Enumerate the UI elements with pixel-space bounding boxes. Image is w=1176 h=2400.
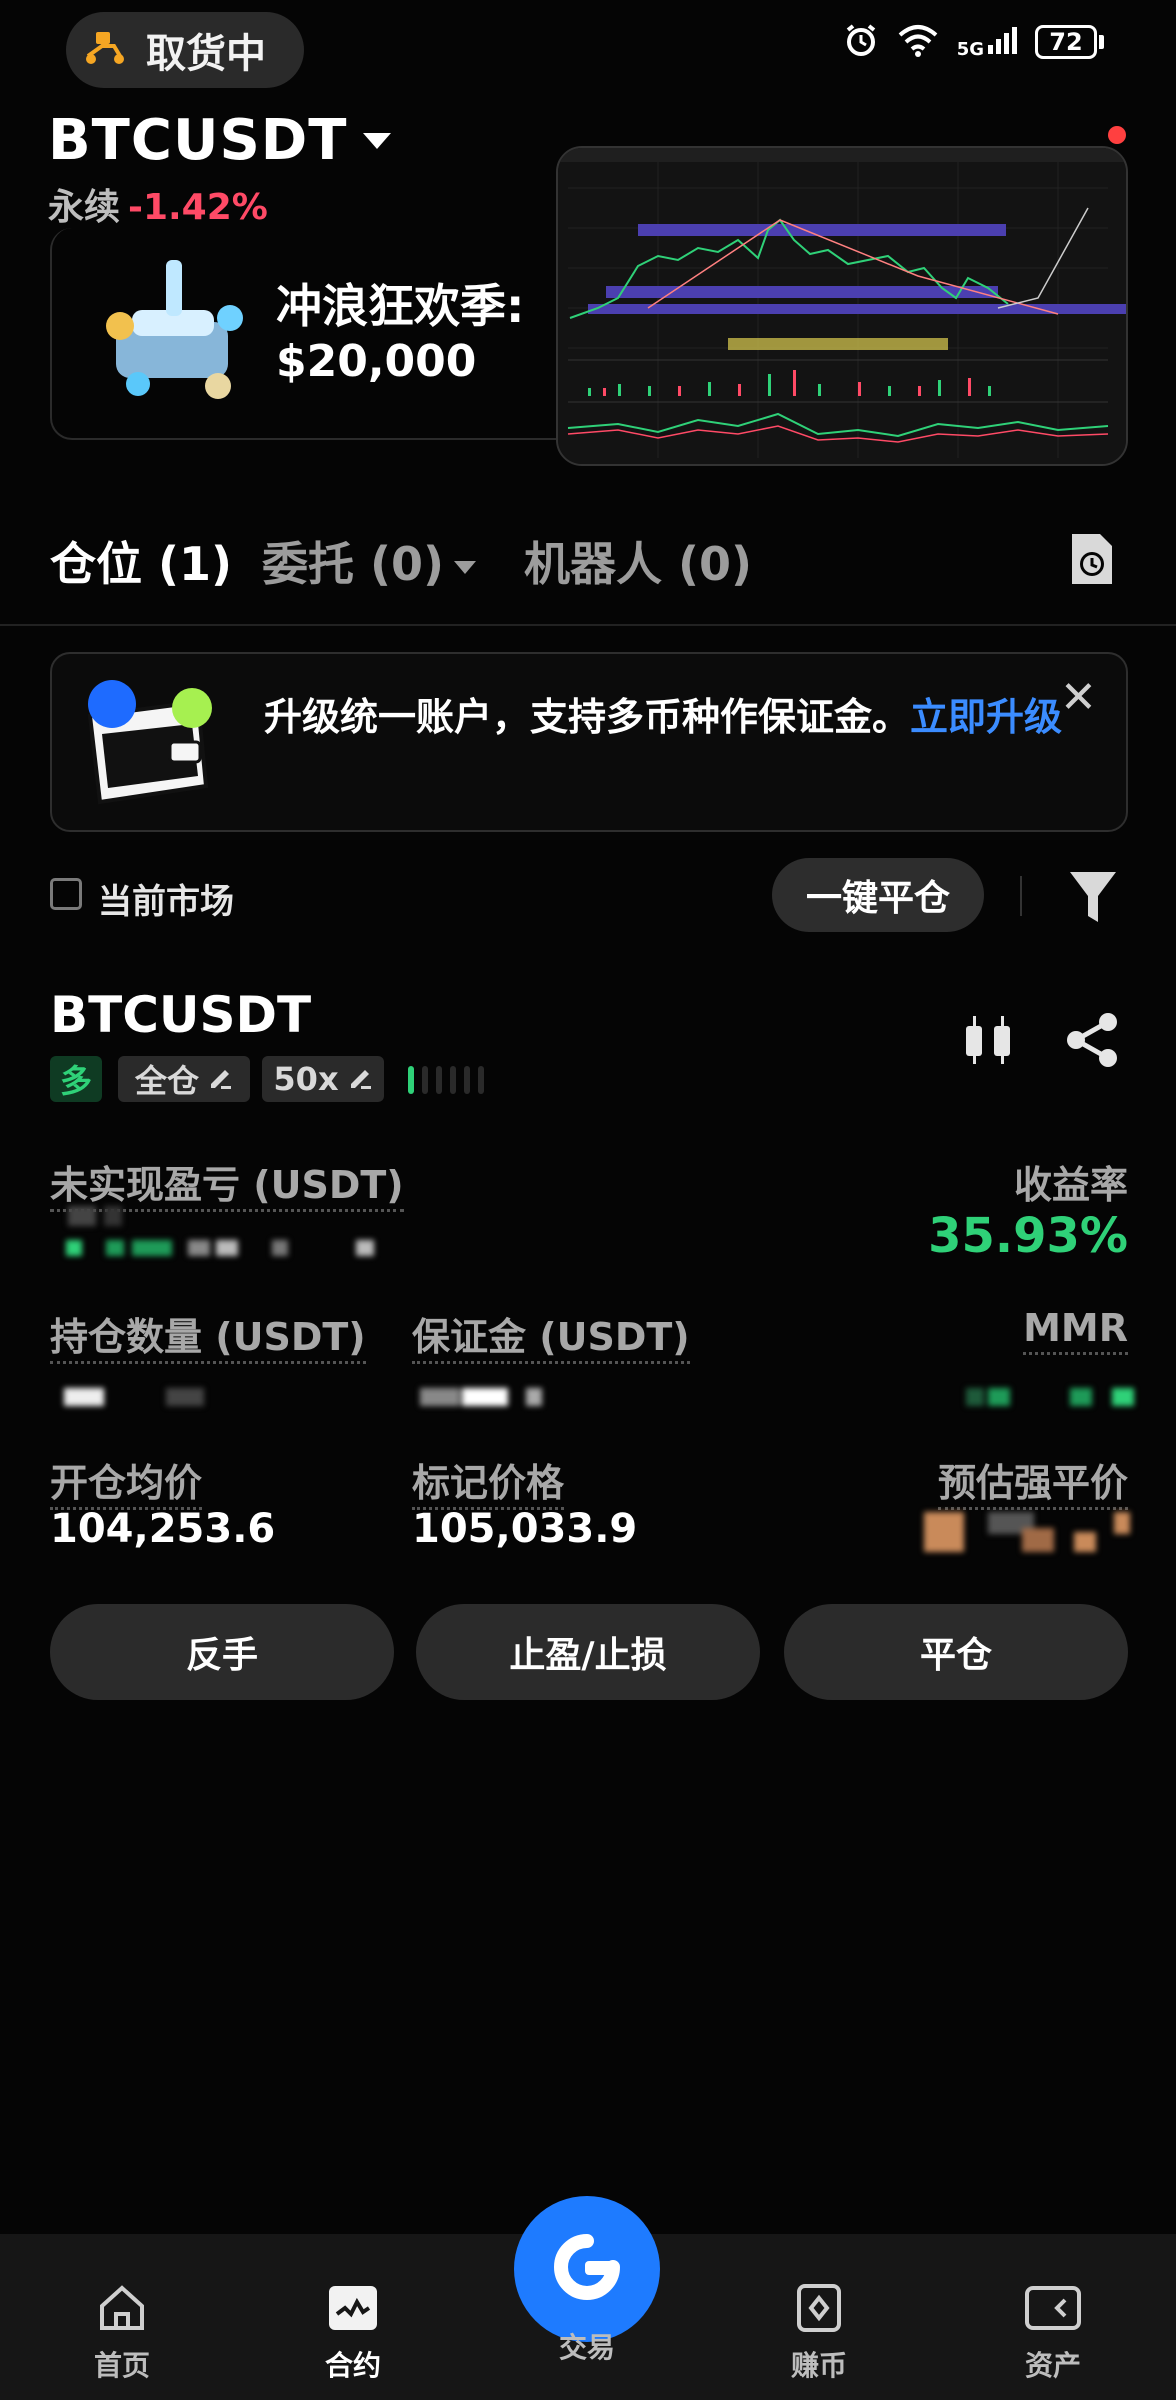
margin-mode-badge[interactable]: 全仓: [118, 1056, 250, 1102]
tabs-divider: [0, 624, 1176, 626]
mark-price-value: 105,033.9: [412, 1506, 638, 1552]
earn-icon: [793, 2284, 845, 2336]
assets-icon: [1025, 2284, 1081, 2336]
battery-icon: 72: [1035, 25, 1097, 59]
filter-icon[interactable]: [1068, 868, 1118, 930]
signal-icon: [987, 25, 1017, 59]
promo-title: 冲浪狂欢季:: [276, 279, 525, 333]
liq-label-wrap: 预估强平价: [937, 1452, 1128, 1510]
delivery-status-label: 取货中: [146, 31, 266, 77]
chevron-down-icon: [363, 132, 392, 149]
current-market-label: 当前市场: [98, 882, 234, 922]
liquidation-price-value-redacted: [924, 1508, 1134, 1560]
delivery-status-pill[interactable]: 取货中: [66, 12, 304, 88]
home-icon: [96, 2284, 148, 2336]
chevron-down-icon: [454, 561, 477, 574]
nav-contract[interactable]: 合约: [278, 2284, 428, 2384]
mmr-value-redacted: [966, 1386, 1136, 1412]
nav-earn[interactable]: 赚币: [744, 2284, 894, 2384]
margin-label: 保证金 (USDT): [412, 1315, 690, 1364]
margin-value-redacted: [420, 1386, 560, 1412]
risk-level-indicator: [408, 1066, 484, 1094]
close-icon[interactable]: ✕: [1060, 672, 1097, 723]
system-status-icons: 5G 72: [843, 22, 1104, 62]
close-position-button[interactable]: 平仓: [784, 1604, 1128, 1700]
mmr-label: MMR: [1023, 1306, 1128, 1355]
entry-label-wrap: 开仓均价: [50, 1452, 203, 1510]
liquidation-price-label: 预估强平价: [937, 1461, 1128, 1510]
share-icon[interactable]: [1064, 1012, 1120, 1072]
leverage-badge[interactable]: 50x: [262, 1056, 384, 1102]
contract-info: 永续 -1.42%: [48, 178, 268, 230]
contract-icon: [327, 2284, 379, 2336]
wallet-icon: [80, 676, 220, 816]
tab-orders[interactable]: 委托 (0): [262, 528, 477, 594]
alarm-icon: [843, 22, 879, 62]
filter-divider: [1020, 876, 1022, 916]
adjust-position-icon[interactable]: [960, 1012, 1016, 1072]
mark-price-label: 标记价格: [412, 1461, 565, 1510]
pair-symbol: BTCUSDT: [48, 108, 348, 173]
trade-fab-button[interactable]: [514, 2196, 660, 2342]
edit-icon: [207, 1060, 233, 1098]
reverse-button[interactable]: 反手: [50, 1604, 394, 1700]
nav-trade[interactable]: 交易: [512, 2326, 662, 2366]
side-badge: 多: [50, 1056, 102, 1102]
close-all-button[interactable]: 一键平仓: [772, 858, 984, 932]
scooter-icon: [82, 28, 128, 72]
network-type: 5G: [956, 39, 984, 60]
roi-value: 35.93%: [928, 1208, 1128, 1264]
mark-label-wrap: 标记价格: [412, 1452, 565, 1510]
trade-icon: [545, 2225, 629, 2313]
tab-positions[interactable]: 仓位 (1): [50, 528, 232, 594]
current-market-checkbox[interactable]: [50, 878, 82, 910]
floating-chart-preview[interactable]: [556, 146, 1128, 466]
tab-bots[interactable]: 机器人 (0): [524, 528, 752, 594]
price-change: -1.42%: [128, 187, 268, 228]
nav-home[interactable]: 首页: [47, 2284, 197, 2384]
notification-dot: [1108, 126, 1126, 144]
pair-selector[interactable]: BTCUSDT: [48, 108, 392, 173]
margin-label-wrap: 保证金 (USDT): [412, 1306, 690, 1364]
tp-sl-button[interactable]: 止盈/止损: [416, 1604, 760, 1700]
wifi-icon: [897, 23, 939, 61]
edit-icon: [347, 1060, 373, 1098]
banner-message: 升级统一账户，支持多币种作保证金。立即升级: [264, 695, 1063, 739]
promo-amount: $20,000: [276, 336, 477, 387]
position-size-label: 持仓数量 (USDT): [50, 1315, 366, 1364]
entry-price-label: 开仓均价: [50, 1461, 203, 1510]
unrealized-pnl-value-redacted: [60, 1204, 390, 1264]
size-label-wrap: 持仓数量 (USDT): [50, 1306, 366, 1364]
entry-price-value: 104,253.6: [50, 1506, 276, 1552]
position-symbol[interactable]: BTCUSDT: [50, 986, 311, 1044]
position-size-value-redacted: [60, 1386, 220, 1412]
unrealized-pnl-label-wrap: 未实现盈亏 (USDT): [50, 1154, 404, 1212]
upgrade-now-link[interactable]: 立即升级: [910, 695, 1062, 739]
history-icon[interactable]: [1066, 530, 1118, 592]
roi-label: 收益率: [1013, 1163, 1128, 1207]
contract-type: 永续: [48, 187, 121, 228]
promo-illustration-icon: [96, 252, 252, 412]
nav-assets[interactable]: 资产: [978, 2284, 1128, 2384]
mmr-label-wrap: MMR: [1023, 1306, 1128, 1355]
